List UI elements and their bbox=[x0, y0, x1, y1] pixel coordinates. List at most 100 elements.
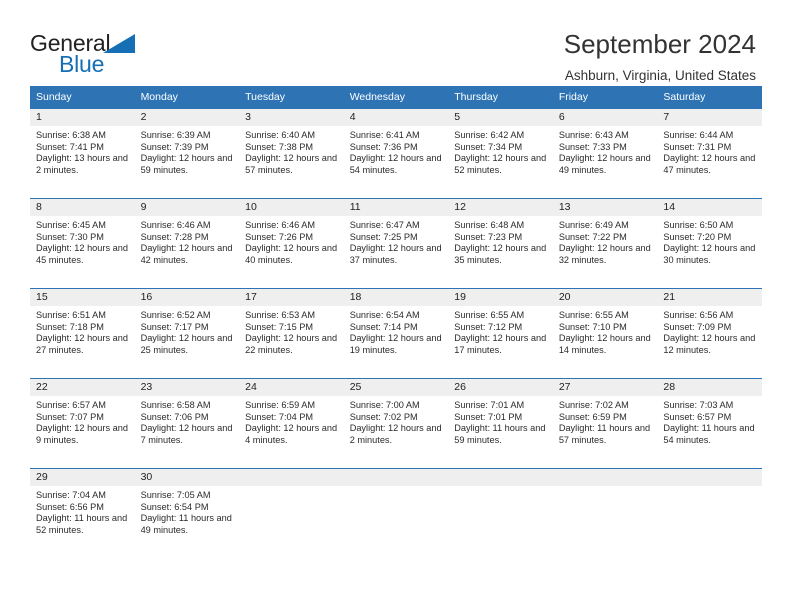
daylight-text: Daylight: 12 hours and 25 minutes. bbox=[140, 333, 233, 355]
sunrise-text: Sunrise: 6:41 AM bbox=[349, 130, 420, 140]
calendar-day-cell[interactable]: 19 Sunrise: 6:55 AM Sunset: 7:12 PM Dayligh… bbox=[448, 288, 553, 379]
day-cell-inner: 27 Sunrise: 7:02 AM Sunset: 6:59 PM Dayligh… bbox=[552, 379, 658, 468]
calendar-day-cell[interactable]: 25 Sunrise: 7:00 AM Sunset: 7:02 PM Dayligh… bbox=[343, 378, 449, 469]
day-cell-inner: 13 Sunrise: 6:49 AM Sunset: 7:22 PM Dayligh… bbox=[552, 199, 658, 288]
day-number: 14 bbox=[657, 199, 762, 216]
sunset-text: Sunset: 7:38 PM bbox=[245, 141, 314, 152]
day-number: 15 bbox=[30, 289, 135, 306]
calendar-day-cell[interactable]: 29 Sunrise: 7:04 AM Sunset: 6:56 PM Dayligh… bbox=[30, 468, 135, 558]
calendar-day-cell[interactable]: 27 Sunrise: 7:02 AM Sunset: 6:59 PM Dayligh… bbox=[552, 378, 658, 469]
daylight-text: Daylight: 12 hours and 54 minutes. bbox=[349, 153, 442, 175]
calendar-week-row: 15 Sunrise: 6:51 AM Sunset: 7:18 PM Dayligh… bbox=[30, 288, 762, 379]
calendar-day-cell[interactable]: 1 Sunrise: 6:38 AM Sunset: 7:41 PM Daylight… bbox=[30, 108, 135, 199]
day-number: 13 bbox=[552, 199, 658, 216]
sunset-text: Sunset: 7:33 PM bbox=[558, 141, 627, 152]
calendar-empty-cell bbox=[239, 468, 344, 558]
calendar-day-cell[interactable]: 9 Sunrise: 6:46 AM Sunset: 7:28 PM Daylight… bbox=[134, 198, 240, 289]
day-number: 19 bbox=[448, 289, 553, 306]
sunrise-text: Sunrise: 6:52 AM bbox=[140, 310, 211, 320]
calendar-day-cell[interactable]: 21 Sunrise: 6:56 AM Sunset: 7:09 PM Dayligh… bbox=[657, 288, 762, 379]
day-number: 18 bbox=[343, 289, 449, 306]
day-cell-inner: 4 Sunrise: 6:41 AM Sunset: 7:36 PM Daylight… bbox=[343, 109, 449, 198]
calendar-day-cell[interactable]: 23 Sunrise: 6:58 AM Sunset: 7:06 PM Dayligh… bbox=[134, 378, 240, 469]
sunrise-text: Sunrise: 6:48 AM bbox=[454, 220, 525, 230]
daylight-text: Daylight: 12 hours and 12 minutes. bbox=[663, 333, 756, 355]
day-cell-inner: 18 Sunrise: 6:54 AM Sunset: 7:14 PM Dayligh… bbox=[343, 289, 449, 378]
daylight-text: Daylight: 12 hours and 49 minutes. bbox=[558, 153, 651, 175]
sunrise-text: Sunrise: 6:56 AM bbox=[663, 310, 734, 320]
daylight-text: Daylight: 12 hours and 4 minutes. bbox=[245, 423, 338, 445]
calendar-day-cell[interactable]: 17 Sunrise: 6:53 AM Sunset: 7:15 PM Dayligh… bbox=[239, 288, 344, 379]
day-cell-inner: 25 Sunrise: 7:00 AM Sunset: 7:02 PM Dayligh… bbox=[343, 379, 449, 468]
day-cell-inner: 19 Sunrise: 6:55 AM Sunset: 7:12 PM Dayligh… bbox=[448, 289, 553, 378]
daylight-text: Daylight: 12 hours and 14 minutes. bbox=[558, 333, 651, 355]
daylight-text: Daylight: 11 hours and 52 minutes. bbox=[36, 513, 128, 535]
day-details: Sunrise: 6:48 AM Sunset: 7:23 PM Daylight:… bbox=[448, 216, 553, 266]
calendar-day-cell[interactable]: 24 Sunrise: 6:59 AM Sunset: 7:04 PM Dayligh… bbox=[239, 378, 344, 469]
calendar-day-cell[interactable]: 3 Sunrise: 6:40 AM Sunset: 7:38 PM Daylight… bbox=[239, 108, 344, 199]
sunrise-text: Sunrise: 6:49 AM bbox=[558, 220, 629, 230]
calendar-day-cell[interactable]: 7 Sunrise: 6:44 AM Sunset: 7:31 PM Daylight… bbox=[657, 108, 762, 199]
weekday-header-wednesday: Wednesday bbox=[343, 86, 449, 109]
calendar-day-cell[interactable]: 12 Sunrise: 6:48 AM Sunset: 7:23 PM Dayligh… bbox=[448, 198, 553, 289]
day-number: 5 bbox=[448, 109, 553, 126]
calendar-day-cell[interactable]: 16 Sunrise: 6:52 AM Sunset: 7:17 PM Dayligh… bbox=[134, 288, 240, 379]
calendar-day-cell[interactable]: 6 Sunrise: 6:43 AM Sunset: 7:33 PM Daylight… bbox=[552, 108, 658, 199]
day-number: 1 bbox=[30, 109, 135, 126]
calendar-day-cell[interactable]: 14 Sunrise: 6:50 AM Sunset: 7:20 PM Dayligh… bbox=[657, 198, 762, 289]
calendar-empty-cell bbox=[552, 468, 658, 558]
daylight-text: Daylight: 12 hours and 19 minutes. bbox=[349, 333, 442, 355]
day-details: Sunrise: 6:46 AM Sunset: 7:28 PM Daylight:… bbox=[135, 216, 240, 266]
sunrise-text: Sunrise: 7:04 AM bbox=[36, 490, 106, 500]
sunset-text: Sunset: 7:12 PM bbox=[454, 321, 523, 332]
day-cell-inner: 15 Sunrise: 6:51 AM Sunset: 7:18 PM Dayligh… bbox=[30, 289, 135, 378]
calendar-day-cell[interactable]: 10 Sunrise: 6:46 AM Sunset: 7:26 PM Dayligh… bbox=[239, 198, 344, 289]
location-subtitle: Ashburn, Virginia, United States bbox=[564, 67, 756, 83]
page-title: September 2024 bbox=[563, 29, 756, 59]
day-number: 10 bbox=[239, 199, 344, 216]
day-number bbox=[239, 469, 344, 486]
calendar-day-cell[interactable]: 30 Sunrise: 7:05 AM Sunset: 6:54 PM Dayligh… bbox=[134, 468, 240, 558]
daylight-text: Daylight: 12 hours and 27 minutes. bbox=[36, 333, 128, 355]
sunset-text: Sunset: 7:30 PM bbox=[36, 231, 104, 242]
day-details: Sunrise: 7:01 AM Sunset: 7:01 PM Daylight:… bbox=[448, 396, 553, 446]
sunrise-text: Sunrise: 7:03 AM bbox=[663, 400, 734, 410]
calendar-day-cell[interactable]: 20 Sunrise: 6:55 AM Sunset: 7:10 PM Dayligh… bbox=[552, 288, 658, 379]
calendar-day-cell[interactable]: 8 Sunrise: 6:45 AM Sunset: 7:30 PM Daylight… bbox=[30, 198, 135, 289]
calendar-day-cell[interactable]: 26 Sunrise: 7:01 AM Sunset: 7:01 PM Dayligh… bbox=[448, 378, 553, 469]
day-cell-inner: 22 Sunrise: 6:57 AM Sunset: 7:07 PM Dayligh… bbox=[30, 379, 135, 468]
daylight-text: Daylight: 12 hours and 40 minutes. bbox=[245, 243, 338, 265]
calendar-day-cell[interactable]: 22 Sunrise: 6:57 AM Sunset: 7:07 PM Dayligh… bbox=[30, 378, 135, 469]
daylight-text: Daylight: 11 hours and 59 minutes. bbox=[454, 423, 546, 445]
calendar-day-cell[interactable]: 4 Sunrise: 6:41 AM Sunset: 7:36 PM Daylight… bbox=[343, 108, 449, 199]
sunrise-text: Sunrise: 6:42 AM bbox=[454, 130, 525, 140]
sunset-text: Sunset: 6:56 PM bbox=[36, 501, 104, 512]
day-details: Sunrise: 6:45 AM Sunset: 7:30 PM Daylight:… bbox=[30, 216, 135, 266]
calendar-day-cell[interactable]: 13 Sunrise: 6:49 AM Sunset: 7:22 PM Dayligh… bbox=[552, 198, 658, 289]
day-cell-inner: 11 Sunrise: 6:47 AM Sunset: 7:25 PM Dayligh… bbox=[343, 199, 449, 288]
calendar-day-cell[interactable]: 2 Sunrise: 6:39 AM Sunset: 7:39 PM Daylight… bbox=[134, 108, 240, 199]
day-details: Sunrise: 6:41 AM Sunset: 7:36 PM Daylight:… bbox=[344, 126, 449, 176]
day-number: 12 bbox=[448, 199, 553, 216]
sunset-text: Sunset: 7:02 PM bbox=[349, 411, 418, 422]
title-block: September 2024 Ashburn, Virginia, United… bbox=[564, 30, 756, 83]
daylight-text: Daylight: 11 hours and 57 minutes. bbox=[558, 423, 651, 445]
calendar-day-cell[interactable]: 28 Sunrise: 7:03 AM Sunset: 6:57 PM Dayligh… bbox=[657, 378, 762, 469]
calendar-week-row: 22 Sunrise: 6:57 AM Sunset: 7:07 PM Dayligh… bbox=[30, 378, 762, 469]
sunrise-text: Sunrise: 6:58 AM bbox=[140, 400, 211, 410]
sunset-text: Sunset: 6:59 PM bbox=[558, 411, 627, 422]
day-details: Sunrise: 6:55 AM Sunset: 7:10 PM Daylight:… bbox=[553, 306, 658, 356]
calendar-week-row: 1 Sunrise: 6:38 AM Sunset: 7:41 PM Daylight… bbox=[30, 108, 762, 199]
day-details: Sunrise: 6:55 AM Sunset: 7:12 PM Daylight:… bbox=[448, 306, 553, 356]
calendar-day-cell[interactable]: 15 Sunrise: 6:51 AM Sunset: 7:18 PM Dayligh… bbox=[30, 288, 135, 379]
calendar-page: General Blue September 2024 Ashburn, Vir… bbox=[0, 0, 792, 612]
calendar-day-cell[interactable]: 11 Sunrise: 6:47 AM Sunset: 7:25 PM Dayligh… bbox=[343, 198, 449, 289]
calendar-day-cell[interactable]: 5 Sunrise: 6:42 AM Sunset: 7:34 PM Daylight… bbox=[448, 108, 553, 199]
sunrise-text: Sunrise: 6:59 AM bbox=[245, 400, 316, 410]
day-number: 26 bbox=[448, 379, 553, 396]
daylight-text: Daylight: 12 hours and 32 minutes. bbox=[558, 243, 651, 265]
calendar-day-cell[interactable]: 18 Sunrise: 6:54 AM Sunset: 7:14 PM Dayligh… bbox=[343, 288, 449, 379]
day-cell-inner: 17 Sunrise: 6:53 AM Sunset: 7:15 PM Dayligh… bbox=[239, 289, 344, 378]
sunrise-text: Sunrise: 6:53 AM bbox=[245, 310, 316, 320]
day-number: 17 bbox=[239, 289, 344, 306]
